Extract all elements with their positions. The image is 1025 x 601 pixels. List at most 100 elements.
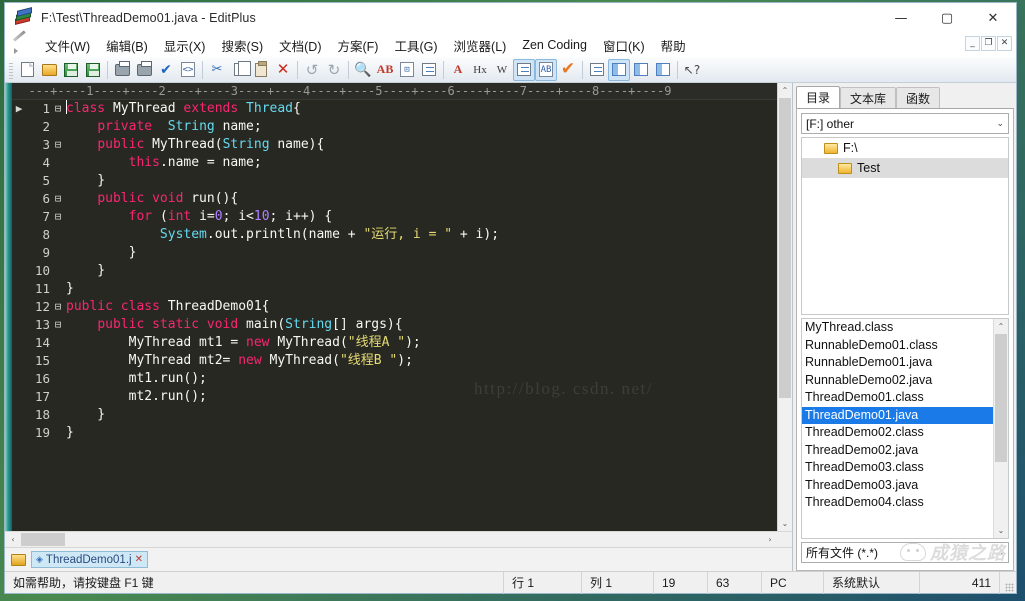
- menu-zencoding[interactable]: Zen Coding: [514, 36, 595, 54]
- mdi-restore-button[interactable]: ❐: [981, 36, 996, 51]
- mdi-close-button[interactable]: ✕: [997, 36, 1012, 51]
- folder-tree[interactable]: F:\ Test: [801, 137, 1009, 315]
- hscroll-thumb[interactable]: [21, 533, 65, 546]
- list-item[interactable]: ThreadDemo02.class: [802, 424, 993, 442]
- scroll-up-icon[interactable]: ⌃: [778, 83, 792, 98]
- menu-window[interactable]: 窗口(K): [595, 34, 653, 57]
- directory-pane-button[interactable]: [586, 59, 608, 81]
- cut-button[interactable]: ✂: [206, 59, 228, 81]
- tree-item-root[interactable]: F:\: [802, 138, 1008, 158]
- scroll-right-icon[interactable]: ›: [762, 532, 778, 547]
- document-tab-threaddemo01[interactable]: ◈ ThreadDemo01.j ✕: [31, 551, 148, 568]
- tab-cliptext[interactable]: 文本库: [840, 87, 897, 108]
- list-item[interactable]: ThreadDemo01.class: [802, 389, 993, 407]
- fold-toggle-icon[interactable]: ⊟: [50, 208, 66, 226]
- code-line[interactable]: 11}: [12, 280, 777, 298]
- indent-button[interactable]: [513, 58, 535, 81]
- code-line[interactable]: ▶ 1 ⊟ class MyThread extends Thread{: [12, 100, 777, 118]
- code-line[interactable]: 8 System.out.println(name + "运行, i = " +…: [12, 226, 777, 244]
- scroll-down-icon[interactable]: ⌄: [778, 516, 792, 531]
- code-line[interactable]: 9 }: [12, 244, 777, 262]
- hex-button[interactable]: Hx: [469, 59, 491, 81]
- mdi-minimize-button[interactable]: _: [965, 36, 980, 51]
- delete-button[interactable]: ✕: [272, 59, 294, 81]
- find-button[interactable]: 🔍: [352, 59, 374, 81]
- list-item-selected[interactable]: ThreadDemo01.java: [802, 406, 993, 424]
- tab-directory[interactable]: 目录: [796, 86, 841, 108]
- font-button[interactable]: A: [447, 59, 469, 81]
- list-item[interactable]: ThreadDemo03.class: [802, 459, 993, 477]
- hscroll-track[interactable]: [21, 532, 762, 547]
- menu-view[interactable]: 显示(X): [156, 34, 214, 57]
- list-item[interactable]: RunnableDemo01.class: [802, 337, 993, 355]
- list-item[interactable]: RunnableDemo01.java: [802, 354, 993, 372]
- menu-document[interactable]: 文档(D): [271, 34, 329, 57]
- code-line[interactable]: 5 }: [12, 172, 777, 190]
- code-line[interactable]: 18 }: [12, 406, 777, 424]
- maximize-button[interactable]: ▢: [924, 3, 970, 33]
- code-line[interactable]: 10 }: [12, 262, 777, 280]
- file-list-scrollbar[interactable]: ⌃ ⌄: [993, 319, 1008, 538]
- tab-function[interactable]: 函数: [896, 87, 941, 108]
- toolbar-grip[interactable]: [9, 60, 13, 79]
- file-list-scroll-track[interactable]: [994, 334, 1008, 523]
- fold-toggle-icon[interactable]: ⊟: [50, 136, 66, 154]
- view-source-button[interactable]: <>: [177, 59, 199, 81]
- output-pane-button[interactable]: [630, 59, 652, 81]
- menu-project[interactable]: 方案(F): [330, 34, 387, 57]
- code-line[interactable]: 4 this.name = name;: [12, 154, 777, 172]
- code-line[interactable]: 16 mt1.run();: [12, 370, 777, 388]
- print-preview-button[interactable]: [111, 59, 133, 81]
- run-button[interactable]: ✔: [557, 59, 579, 81]
- new-file-button[interactable]: [16, 59, 38, 81]
- code-line[interactable]: 15 MyThread mt2= new MyThread("线程B ");: [12, 352, 777, 370]
- editor-surface[interactable]: ---+----1----+----2----+----3----+----4-…: [12, 83, 777, 531]
- fold-toggle-icon[interactable]: ⊟: [50, 316, 66, 334]
- file-filter-select[interactable]: 所有文件 (*.*) ⌄: [801, 542, 1009, 563]
- fold-toggle-icon[interactable]: ⊟: [50, 298, 66, 316]
- scroll-left-icon[interactable]: ‹: [5, 532, 21, 547]
- open-file-button[interactable]: [38, 59, 60, 81]
- toolbar-pane-button[interactable]: [608, 58, 630, 81]
- menu-file[interactable]: 文件(W): [37, 34, 98, 57]
- code-line[interactable]: 6 ⊟ public void run(){: [12, 190, 777, 208]
- list-item[interactable]: ThreadDemo04.class: [802, 494, 993, 512]
- paste-button[interactable]: [250, 59, 272, 81]
- drive-select[interactable]: [F:] other ⌄: [801, 113, 1009, 134]
- menu-browser[interactable]: 浏览器(L): [446, 34, 515, 57]
- resize-grip[interactable]: [1000, 572, 1016, 594]
- list-item[interactable]: ThreadDemo02.java: [802, 442, 993, 460]
- code-line[interactable]: 7 ⊟ for (int i=0; i<10; i++) {: [12, 208, 777, 226]
- fold-toggle-icon[interactable]: ⊟: [50, 100, 66, 118]
- close-button[interactable]: ✕: [970, 3, 1016, 33]
- editor-vertical-scrollbar[interactable]: ⌃ ⌄: [777, 83, 792, 531]
- minimize-button[interactable]: —: [878, 3, 924, 33]
- file-list[interactable]: MyThread.class RunnableDemo01.class Runn…: [801, 318, 1009, 539]
- tree-item-test[interactable]: Test: [802, 158, 1008, 178]
- goto-button[interactable]: ⊡: [396, 59, 418, 81]
- code-line[interactable]: 2 private String name;: [12, 118, 777, 136]
- file-list-scroll-thumb[interactable]: [995, 334, 1007, 462]
- save-button[interactable]: [60, 59, 82, 81]
- vscroll-thumb[interactable]: [779, 98, 791, 398]
- context-help-button[interactable]: ↖?: [681, 59, 703, 81]
- code-line[interactable]: 13 ⊟ public static void main(String[] arg…: [12, 316, 777, 334]
- list-item[interactable]: RunnableDemo02.java: [802, 372, 993, 390]
- code-line[interactable]: 3 ⊟ public MyThread(String name){: [12, 136, 777, 154]
- print-button[interactable]: [133, 59, 155, 81]
- menu-help[interactable]: 帮助: [653, 34, 694, 57]
- vscroll-track[interactable]: [778, 98, 792, 516]
- list-item[interactable]: ThreadDemo03.java: [802, 477, 993, 495]
- spellcheck-button[interactable]: ✔: [155, 59, 177, 81]
- code-line[interactable]: 19}: [12, 424, 777, 442]
- undo-button[interactable]: ↺: [301, 59, 323, 81]
- fold-toggle-icon[interactable]: ⊟: [50, 190, 66, 208]
- editor-horizontal-scrollbar[interactable]: ‹ ›: [5, 531, 792, 547]
- code-line[interactable]: 17 mt2.run();: [12, 388, 777, 406]
- scroll-up-icon[interactable]: ⌃: [994, 319, 1008, 334]
- word-wrap-button[interactable]: W: [491, 59, 513, 81]
- code-text-area[interactable]: ▶ 1 ⊟ class MyThread extends Thread{2 priva…: [12, 100, 777, 442]
- redo-button[interactable]: ↻: [323, 59, 345, 81]
- outline-button[interactable]: [418, 59, 440, 81]
- menu-tools[interactable]: 工具(G): [386, 34, 445, 57]
